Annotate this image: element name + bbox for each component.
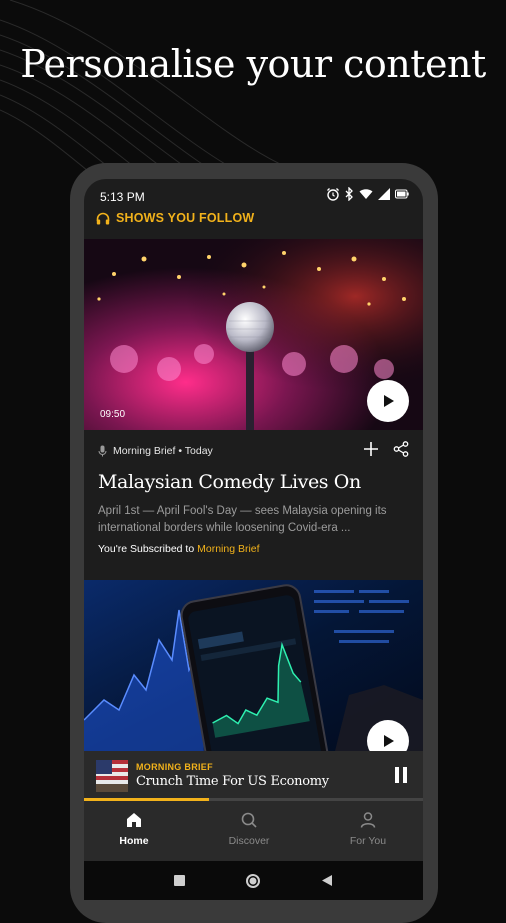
play-button[interactable] xyxy=(367,380,409,422)
section-header: SHOWS YOU FOLLOW xyxy=(96,211,254,225)
subscribed-prefix: You're Subscribed to xyxy=(98,543,198,555)
mini-player-show: MORNING BRIEF xyxy=(136,762,213,772)
nav-for-you-label: For You xyxy=(349,835,387,847)
signal-icon xyxy=(378,188,390,200)
subscription-note: You're Subscribed to Morning Brief xyxy=(98,543,260,555)
episode-actions xyxy=(363,441,409,457)
section-label: SHOWS YOU FOLLOW xyxy=(116,211,255,225)
wifi-icon xyxy=(359,189,373,199)
mini-player-title: Crunch Time For US Economy xyxy=(136,774,329,789)
nav-for-you[interactable]: For You xyxy=(318,811,418,847)
app-screen: 5:13 PM SHOWS YOU FOLLOW 09:50 Morning B… xyxy=(84,179,423,900)
nav-discover[interactable]: Discover xyxy=(199,811,299,847)
flag-image xyxy=(96,760,128,792)
mini-player-thumbnail xyxy=(96,760,128,792)
episode-description: April 1st — April Fool's Day — sees Mala… xyxy=(98,505,387,534)
status-time: 5:13 PM xyxy=(100,190,145,204)
status-icons xyxy=(326,187,409,201)
play-icon xyxy=(384,395,394,407)
headphones-icon xyxy=(96,212,110,224)
mini-player[interactable]: MORNING BRIEF Crunch Time For US Economy xyxy=(84,751,423,799)
nav-home[interactable]: Home xyxy=(84,811,184,847)
search-icon xyxy=(241,812,257,828)
episode-title[interactable]: Malaysian Comedy Lives On xyxy=(98,470,413,494)
home-icon xyxy=(127,813,141,827)
add-icon[interactable] xyxy=(363,441,379,457)
page-headline: Personalise your content xyxy=(20,42,486,86)
bluetooth-icon xyxy=(345,187,353,201)
battery-icon xyxy=(395,189,409,199)
share-icon[interactable] xyxy=(393,441,409,457)
nav-discover-label: Discover xyxy=(228,835,270,847)
alarm-icon xyxy=(327,188,339,201)
play-icon xyxy=(384,735,394,747)
nav-home-label: Home xyxy=(119,835,149,847)
status-bar: 5:13 PM xyxy=(84,179,423,213)
recents-icon[interactable] xyxy=(174,875,185,886)
person-icon xyxy=(360,812,376,828)
back-icon[interactable] xyxy=(321,874,333,887)
bottom-navigation: Home Discover For You xyxy=(84,801,423,861)
subscribed-show-link[interactable]: Morning Brief xyxy=(197,543,259,555)
home-circle-icon[interactable] xyxy=(245,873,261,889)
episode-show: Morning Brief • Today xyxy=(113,445,213,457)
episode-duration: 09:50 xyxy=(100,409,126,420)
episode-meta: Morning Brief • Today xyxy=(98,445,213,457)
pause-icon[interactable] xyxy=(393,766,409,784)
system-navigation-bar xyxy=(84,861,423,900)
microphone-icon xyxy=(98,445,107,457)
